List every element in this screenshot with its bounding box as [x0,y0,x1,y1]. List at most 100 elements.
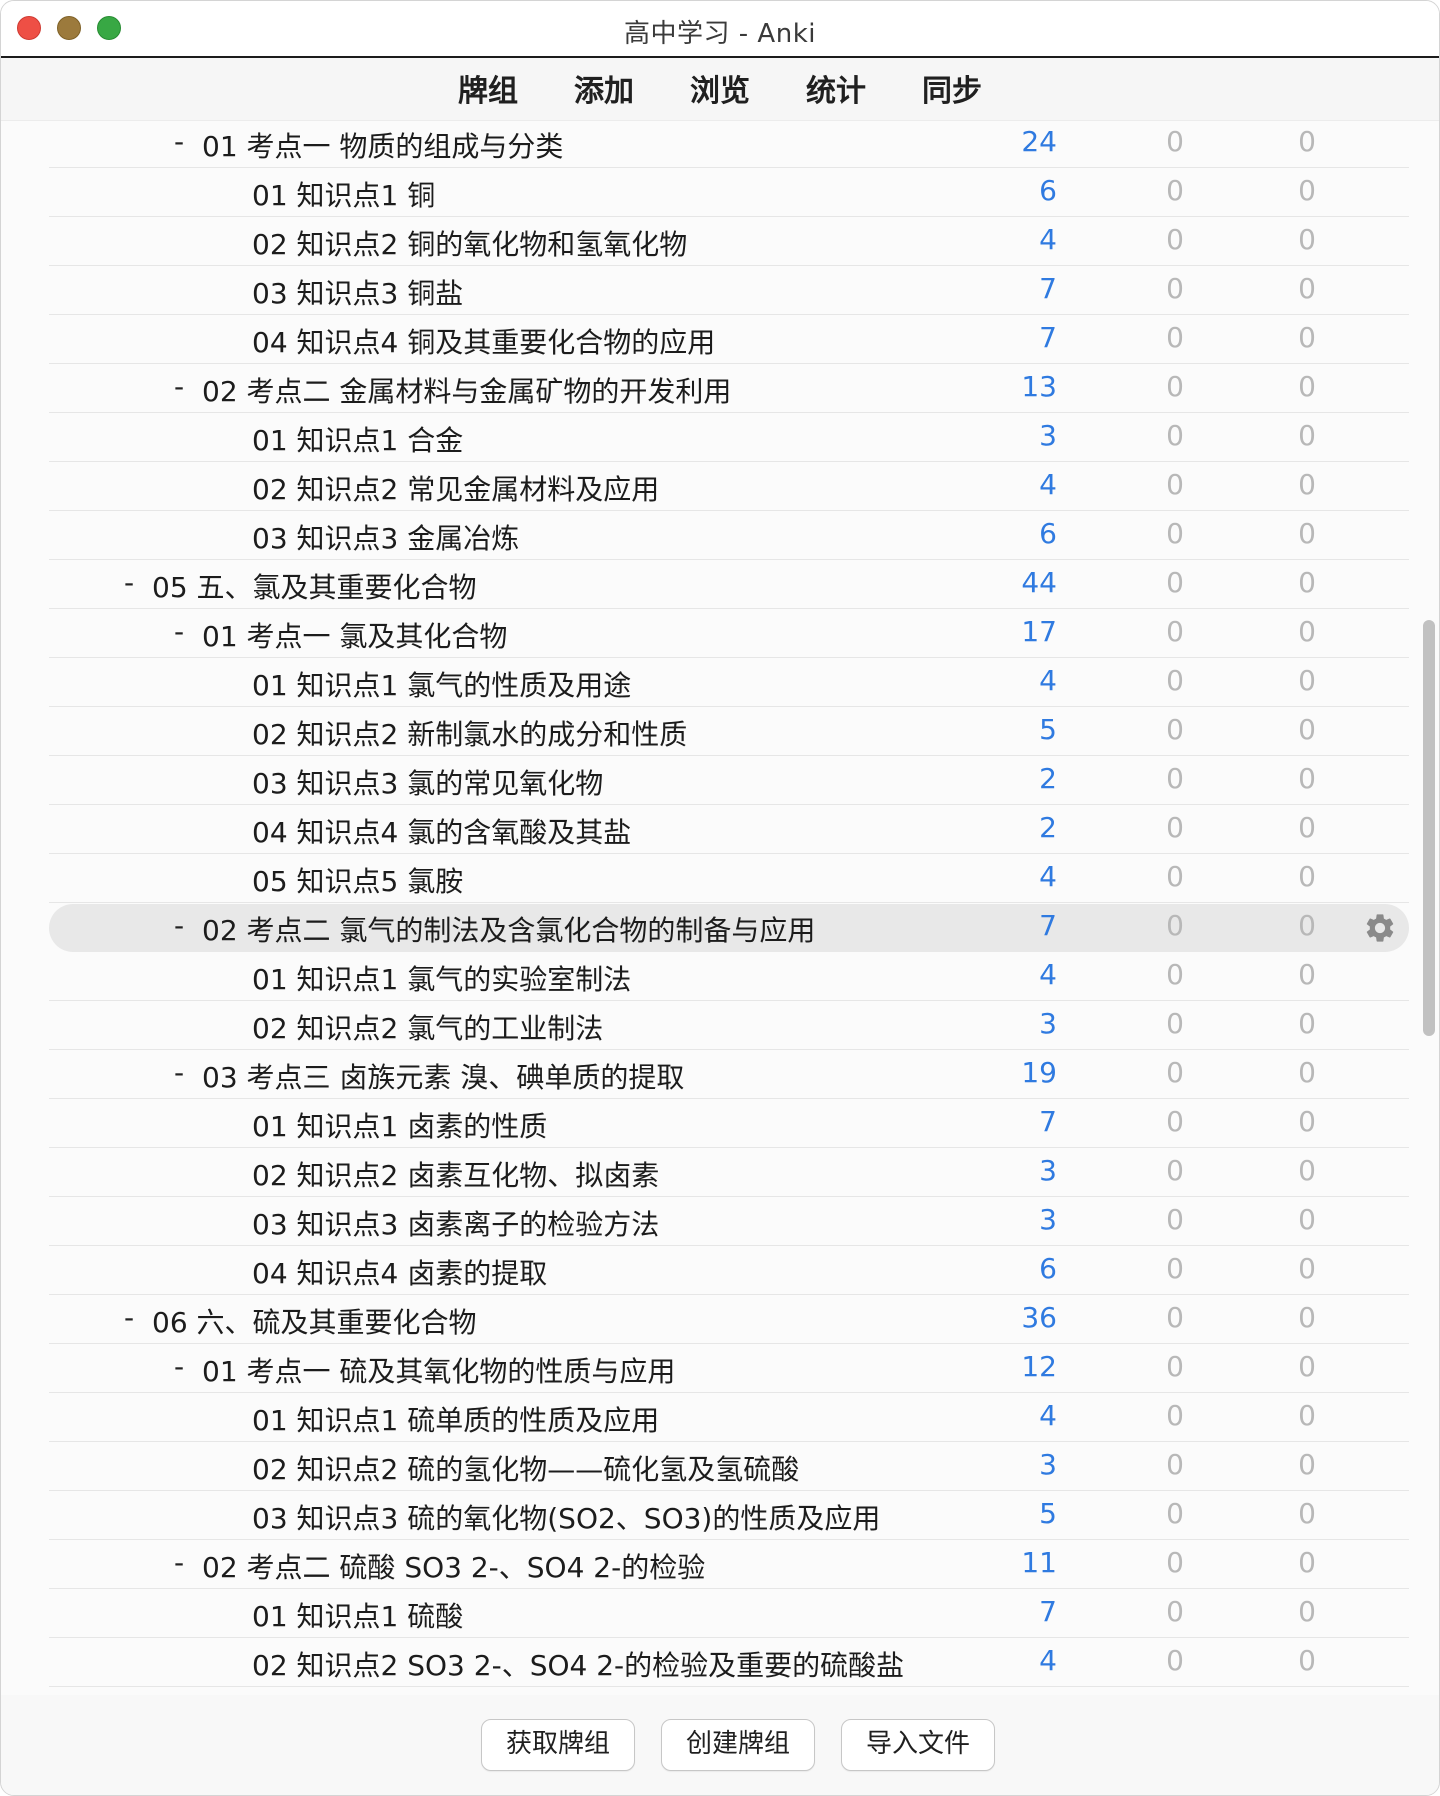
deck-name[interactable]: 05 五、氯及其重要化合物 [152,566,477,606]
deck-row[interactable]: -02 考点二 硫酸 SO3 2-、SO4 2-的检验 11 0 0 [49,1541,1409,1589]
deck-name[interactable]: 01 考点一 物质的组成与分类 [202,125,563,165]
import-file-button[interactable]: 导入文件 [841,1719,995,1771]
deck-row[interactable]: 01 知识点1 氯气的性质及用途 4 0 0 [49,659,1409,707]
deck-name[interactable]: 03 知识点3 氯的常见氧化物 [252,762,603,802]
collapse-toggle[interactable]: - [169,909,189,942]
deck-row[interactable]: 01 知识点1 硫酸 7 0 0 [49,1590,1409,1638]
deck-name[interactable]: 02 知识点2 铜的氧化物和氢氧化物 [252,223,687,263]
deck-list-scrollbar[interactable] [1423,620,1435,1036]
deck-row-current[interactable]: -02 考点二 氯气的制法及含氯化合物的制备与应用 7 0 0 [49,904,1409,952]
deck-row[interactable]: 02 知识点2 卤素互化物、拟卤素 3 0 0 [49,1149,1409,1197]
due-count: 0 [1298,1644,1316,1677]
new-count: 13 [1021,370,1057,403]
deck-name[interactable]: 01 知识点1 合金 [252,419,463,459]
deck-row[interactable]: 01 知识点1 合金 3 0 0 [49,414,1409,462]
deck-name[interactable]: 02 知识点2 新制氯水的成分和性质 [252,713,687,753]
learn-count: 0 [1166,615,1184,648]
deck-name[interactable]: 03 知识点3 硫的氧化物(SO2、SO3)的性质及应用 [252,1497,880,1537]
new-count: 3 [1039,419,1057,452]
deck-row[interactable]: 04 知识点4 铜及其重要化合物的应用 7 0 0 [49,316,1409,364]
new-count: 2 [1039,762,1057,795]
deck-name[interactable]: 02 知识点2 卤素互化物、拟卤素 [252,1154,659,1194]
get-shared-decks-button[interactable]: 获取牌组 [481,1719,635,1771]
learn-count: 0 [1166,713,1184,746]
deck-name[interactable]: 01 知识点1 铜 [252,174,435,214]
deck-row[interactable]: 01 知识点1 硫单质的性质及应用 4 0 0 [49,1394,1409,1442]
toolbar-add-link[interactable]: 添加 [546,66,662,110]
deck-name[interactable]: 02 考点二 氯气的制法及含氯化合物的制备与应用 [202,909,815,949]
collapse-toggle[interactable]: - [169,1546,189,1579]
deck-row[interactable]: 03 知识点3 铜盐 7 0 0 [49,267,1409,315]
learn-count: 0 [1166,1203,1184,1236]
deck-name[interactable]: 03 知识点3 卤素离子的检验方法 [252,1203,659,1243]
learn-count: 0 [1166,223,1184,256]
new-count: 7 [1039,272,1057,305]
due-count: 0 [1298,1203,1316,1236]
toolbar-stats-link[interactable]: 统计 [778,66,894,110]
deck-row[interactable]: 02 知识点2 新制氯水的成分和性质 5 0 0 [49,708,1409,756]
deck-row[interactable]: 03 知识点3 氯的常见氧化物 2 0 0 [49,757,1409,805]
deck-name[interactable]: 01 知识点1 硫酸 [252,1595,463,1635]
deck-name[interactable]: 05 知识点5 氯胺 [252,860,463,900]
toolbar-sync-link[interactable]: 同步 [894,66,1010,110]
collapse-toggle[interactable]: - [169,125,189,158]
deck-row[interactable]: 02 知识点2 SO3 2-、SO4 2-的检验及重要的硫酸盐 4 0 0 [49,1639,1409,1687]
collapse-toggle[interactable]: - [169,1056,189,1089]
new-count: 7 [1039,909,1057,942]
collapse-toggle[interactable]: - [169,1350,189,1383]
due-count: 0 [1298,566,1316,599]
learn-count: 0 [1166,517,1184,550]
deck-row[interactable]: 02 知识点2 铜的氧化物和氢氧化物 4 0 0 [49,218,1409,266]
deck-name[interactable]: 04 知识点4 氯的含氧酸及其盐 [252,811,631,851]
deck-name[interactable]: 02 考点二 金属材料与金属矿物的开发利用 [202,370,731,410]
due-count: 0 [1298,615,1316,648]
collapse-toggle[interactable]: - [119,566,139,599]
deck-row[interactable]: 01 知识点1 铜 6 0 0 [49,169,1409,217]
learn-count: 0 [1166,762,1184,795]
due-count: 0 [1298,517,1316,550]
deck-name[interactable]: 01 考点一 氯及其化合物 [202,615,507,655]
deck-row[interactable]: -01 考点一 氯及其化合物 17 0 0 [49,610,1409,658]
deck-row[interactable]: 02 知识点2 常见金属材料及应用 4 0 0 [49,463,1409,511]
deck-name[interactable]: 01 知识点1 硫单质的性质及应用 [252,1399,659,1439]
deck-name[interactable]: 01 知识点1 卤素的性质 [252,1105,547,1145]
deck-name[interactable]: 02 考点二 硫酸 SO3 2-、SO4 2-的检验 [202,1546,705,1586]
deck-name[interactable]: 01 知识点1 氯气的实验室制法 [252,958,631,998]
collapse-toggle[interactable]: - [169,370,189,403]
deck-row[interactable]: 03 知识点3 金属冶炼 6 0 0 [49,512,1409,560]
deck-row[interactable]: 04 知识点4 氯的含氧酸及其盐 2 0 0 [49,806,1409,854]
deck-row[interactable]: 03 知识点3 卤素离子的检验方法 3 0 0 [49,1198,1409,1246]
deck-row[interactable]: -02 考点二 金属材料与金属矿物的开发利用 13 0 0 [49,365,1409,413]
deck-row[interactable]: -05 五、氯及其重要化合物 44 0 0 [49,561,1409,609]
learn-count: 0 [1166,370,1184,403]
deck-row[interactable]: -03 考点三 卤族元素 溴、碘单质的提取 19 0 0 [49,1051,1409,1099]
deck-name[interactable]: 03 知识点3 铜盐 [252,272,463,312]
deck-name[interactable]: 01 考点一 硫及其氧化物的性质与应用 [202,1350,675,1390]
gear-icon[interactable] [1363,911,1397,945]
deck-row[interactable]: 01 知识点1 氯气的实验室制法 4 0 0 [49,953,1409,1001]
deck-name[interactable]: 06 六、硫及其重要化合物 [152,1301,477,1341]
deck-name[interactable]: 04 知识点4 铜及其重要化合物的应用 [252,321,715,361]
deck-row[interactable]: 01 知识点1 卤素的性质 7 0 0 [49,1100,1409,1148]
deck-row[interactable]: -01 考点一 硫及其氧化物的性质与应用 12 0 0 [49,1345,1409,1393]
deck-row[interactable]: -06 六、硫及其重要化合物 36 0 0 [49,1296,1409,1344]
create-deck-button[interactable]: 创建牌组 [661,1719,815,1771]
deck-name[interactable]: 02 知识点2 常见金属材料及应用 [252,468,659,508]
deck-row[interactable]: 03 知识点3 硫的氧化物(SO2、SO3)的性质及应用 5 0 0 [49,1492,1409,1540]
deck-name[interactable]: 02 知识点2 硫的氢化物——硫化氢及氢硫酸 [252,1448,799,1488]
deck-name[interactable]: 03 考点三 卤族元素 溴、碘单质的提取 [202,1056,684,1096]
toolbar-decks-link[interactable]: 牌组 [430,66,546,110]
toolbar-browse-link[interactable]: 浏览 [662,66,778,110]
collapse-toggle[interactable]: - [119,1301,139,1334]
deck-row[interactable]: -01 考点一 物质的组成与分类 24 0 0 [49,120,1409,168]
deck-name[interactable]: 02 知识点2 氯气的工业制法 [252,1007,603,1047]
deck-row[interactable]: 04 知识点4 卤素的提取 6 0 0 [49,1247,1409,1295]
deck-name[interactable]: 04 知识点4 卤素的提取 [252,1252,547,1292]
deck-name[interactable]: 01 知识点1 氯气的性质及用途 [252,664,631,704]
deck-row[interactable]: 02 知识点2 氯气的工业制法 3 0 0 [49,1002,1409,1050]
deck-name[interactable]: 02 知识点2 SO3 2-、SO4 2-的检验及重要的硫酸盐 [252,1644,904,1684]
deck-row[interactable]: 02 知识点2 硫的氢化物——硫化氢及氢硫酸 3 0 0 [49,1443,1409,1491]
collapse-toggle[interactable]: - [169,615,189,648]
deck-name[interactable]: 03 知识点3 金属冶炼 [252,517,519,557]
deck-row[interactable]: 05 知识点5 氯胺 4 0 0 [49,855,1409,903]
